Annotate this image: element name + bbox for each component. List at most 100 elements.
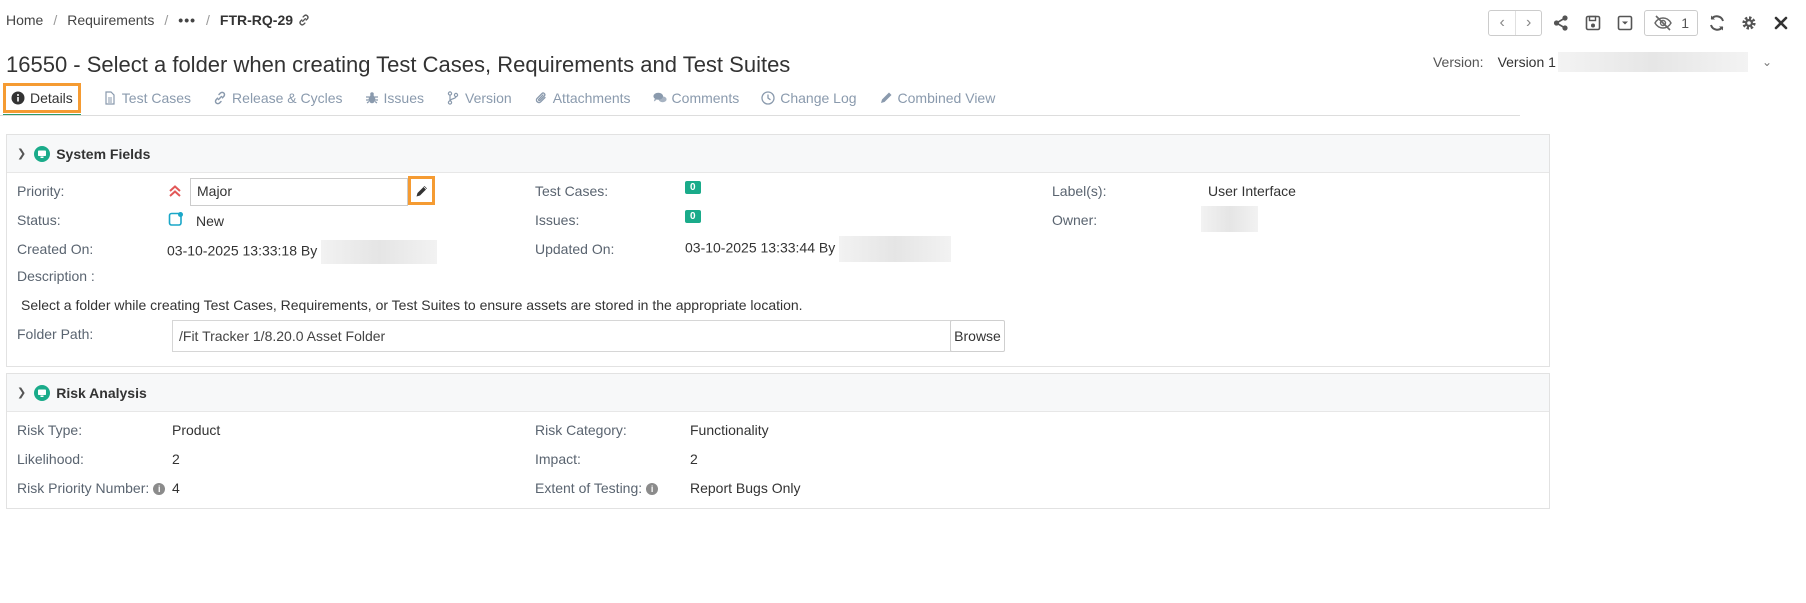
status-new-icon: [168, 212, 183, 226]
tab-label: Attachments: [552, 90, 631, 106]
description-text: Select a folder while creating Test Case…: [21, 297, 803, 313]
issues-label: Issues:: [535, 212, 580, 228]
impact-label: Impact:: [535, 451, 581, 467]
priority-label: Priority:: [17, 183, 65, 199]
edit-priority-button[interactable]: [408, 176, 435, 205]
eye-slash-icon: [1654, 15, 1673, 31]
breadcrumb-more[interactable]: •••: [178, 12, 196, 28]
refresh-icon[interactable]: [1704, 10, 1730, 36]
tab-label: Test Cases: [121, 90, 192, 106]
comments-icon: [652, 92, 667, 103]
section-title: System Fields: [56, 145, 151, 162]
tab-label: Change Log: [780, 90, 857, 106]
double-chevron-up-icon: [169, 185, 181, 197]
labels-label: Label(s):: [1052, 183, 1107, 199]
system-fields-panel: ❯ System Fields Priority: Major Status: …: [6, 134, 1550, 367]
tab-issues[interactable]: Issues: [365, 90, 424, 106]
impact-value: 2: [690, 451, 698, 467]
file-icon: [105, 91, 115, 105]
redacted-area: [839, 236, 952, 262]
updated-on-value: 03-10-2025 13:33:44 By: [685, 236, 952, 262]
system-fields-header[interactable]: ❯ System Fields: [7, 135, 1549, 173]
tab-release-cycles[interactable]: Release & Cycles: [213, 90, 343, 106]
labels-value: User Interface: [1208, 183, 1296, 199]
risk-priority-number-label: Risk Priority Number: i: [17, 480, 166, 496]
tab-label: Combined View: [897, 90, 996, 106]
watch-count: 1: [1681, 15, 1689, 31]
tab-details[interactable]: Details: [3, 83, 81, 116]
bug-icon: [365, 92, 378, 104]
risk-priority-number-value: 4: [172, 480, 180, 496]
version-selector[interactable]: Version: Version 1 ⌄: [1433, 52, 1772, 72]
risk-type-value: Product: [172, 422, 221, 438]
top-bar: Home / Requirements / ••• / FTR-RQ-29 ‹ …: [0, 0, 1806, 44]
test-cases-label: Test Cases:: [535, 183, 609, 199]
likelihood-label: Likelihood:: [17, 451, 84, 467]
risk-category-label: Risk Category:: [535, 422, 627, 438]
record-navigation: ‹ ›: [1488, 10, 1543, 36]
created-on-value: 03-10-2025 13:33:18 By: [167, 240, 438, 264]
share-icon[interactable]: [1548, 10, 1574, 36]
folder-path-input[interactable]: /Fit Tracker 1/8.20.0 Asset Folder: [172, 320, 952, 352]
owner-label: Owner:: [1052, 212, 1098, 228]
save-icon[interactable]: [1580, 10, 1606, 36]
info-icon[interactable]: i: [646, 483, 659, 496]
redacted-area: [1557, 52, 1748, 72]
tab-comments[interactable]: Comments: [652, 90, 739, 106]
monitor-icon: [34, 384, 51, 401]
breadcrumb-separator: /: [53, 12, 58, 28]
breadcrumb-separator: /: [206, 12, 210, 28]
tab-version[interactable]: Version: [446, 90, 512, 106]
gear-icon[interactable]: [1736, 10, 1762, 36]
risk-category-value: Functionality: [690, 422, 769, 438]
toolbar: ‹ › 1: [1488, 10, 1794, 36]
browse-button[interactable]: Browse: [950, 320, 1005, 352]
risk-analysis-panel: ❯ Risk Analysis Risk Type: Product Likel…: [6, 373, 1550, 509]
info-icon[interactable]: i: [153, 483, 166, 496]
priority-input[interactable]: Major: [190, 178, 408, 206]
rpn-label-text: Risk Priority Number:: [17, 480, 150, 496]
breadcrumb-home[interactable]: Home: [6, 12, 43, 28]
risk-analysis-header[interactable]: ❯ Risk Analysis: [7, 374, 1549, 412]
owner-avatar: [1201, 206, 1258, 232]
section-title: Risk Analysis: [56, 384, 147, 401]
breadcrumb-requirements[interactable]: Requirements: [67, 12, 154, 28]
folder-path-value: /Fit Tracker 1/8.20.0 Asset Folder: [179, 328, 386, 344]
risk-type-label: Risk Type:: [17, 422, 83, 438]
close-icon[interactable]: [1768, 10, 1794, 36]
redacted-area: [321, 240, 438, 264]
tab-attachments[interactable]: Attachments: [534, 90, 631, 106]
page-title: 16550 - Select a folder when creating Te…: [6, 52, 791, 77]
tab-label: Version: [465, 90, 512, 106]
pencil-icon: [880, 92, 892, 103]
dropdown-box-icon[interactable]: [1612, 10, 1638, 36]
tab-label: Issues: [383, 90, 425, 106]
tab-test-cases[interactable]: Test Cases: [103, 90, 191, 106]
updated-on-label: Updated On:: [535, 241, 615, 257]
issues-count-badge[interactable]: 0: [685, 210, 701, 223]
breadcrumb: Home / Requirements / ••• / FTR-RQ-29: [6, 12, 311, 28]
chevron-left-icon[interactable]: ‹: [1489, 11, 1515, 35]
description-label: Description :: [17, 268, 95, 284]
info-icon: [11, 91, 25, 105]
created-on-label: Created On:: [17, 241, 94, 257]
chevron-down-icon: ❯: [17, 387, 27, 399]
created-timestamp: 03-10-2025 13:33:18 By: [167, 242, 318, 259]
tab-change-log[interactable]: Change Log: [761, 90, 857, 106]
test-cases-count-badge[interactable]: 0: [685, 181, 701, 194]
extent-label-text: Extent of Testing:: [535, 480, 643, 496]
branch-icon: [447, 91, 459, 105]
tab-label: Details: [30, 90, 73, 106]
tab-bar: Details Test Cases Release & Cycles Issu…: [0, 80, 1017, 116]
link-icon[interactable]: [297, 13, 311, 27]
monitor-icon: [34, 145, 51, 162]
likelihood-value: 2: [172, 451, 180, 467]
extent-of-testing-label: Extent of Testing: i: [535, 480, 659, 496]
tab-divider: [0, 115, 1520, 116]
tab-combined-view[interactable]: Combined View: [879, 90, 996, 106]
version-label: Version:: [1432, 54, 1484, 70]
chevron-right-icon[interactable]: ›: [1515, 11, 1541, 35]
watch-button[interactable]: 1: [1644, 10, 1698, 36]
version-value: Version 1: [1497, 54, 1556, 70]
breadcrumb-separator: /: [164, 12, 169, 28]
